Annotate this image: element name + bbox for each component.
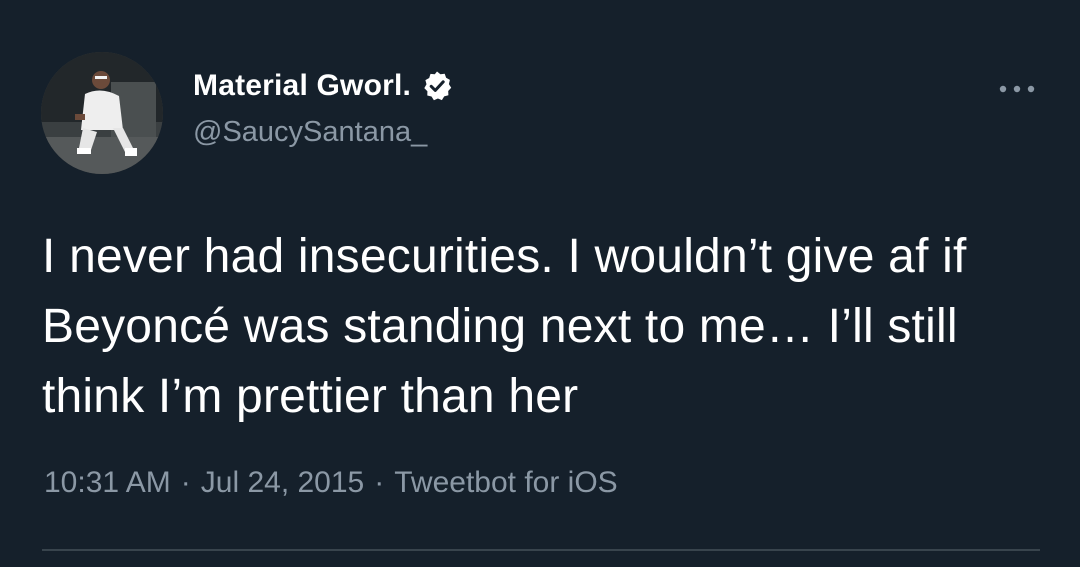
display-name[interactable]: Material Gworl. <box>193 69 411 103</box>
avatar-photo <box>41 52 163 174</box>
more-options-button[interactable] <box>992 74 1042 104</box>
meta-separator: · <box>374 466 385 499</box>
divider <box>42 549 1040 551</box>
meta-separator: · <box>180 466 191 499</box>
tweet-text: I never had insecurities. I wouldn’t giv… <box>42 230 967 423</box>
name-row: Material Gworl. <box>193 66 453 106</box>
more-options-icon <box>999 85 1035 93</box>
tweet-date[interactable]: Jul 24, 2015 <box>201 466 364 499</box>
tweet-source[interactable]: Tweetbot for iOS <box>394 466 617 499</box>
avatar[interactable] <box>41 52 163 174</box>
verified-badge-icon <box>421 70 453 102</box>
tweet-metadata: 10:31 AM · Jul 24, 2015 · Tweetbot for iOS <box>44 466 618 500</box>
tweet: Material Gworl. @SaucySantana_ I never h… <box>0 0 1080 567</box>
tweet-time[interactable]: 10:31 AM <box>44 466 171 499</box>
author-block: Material Gworl. @SaucySantana_ <box>193 66 453 149</box>
handle[interactable]: @SaucySantana_ <box>193 116 453 149</box>
